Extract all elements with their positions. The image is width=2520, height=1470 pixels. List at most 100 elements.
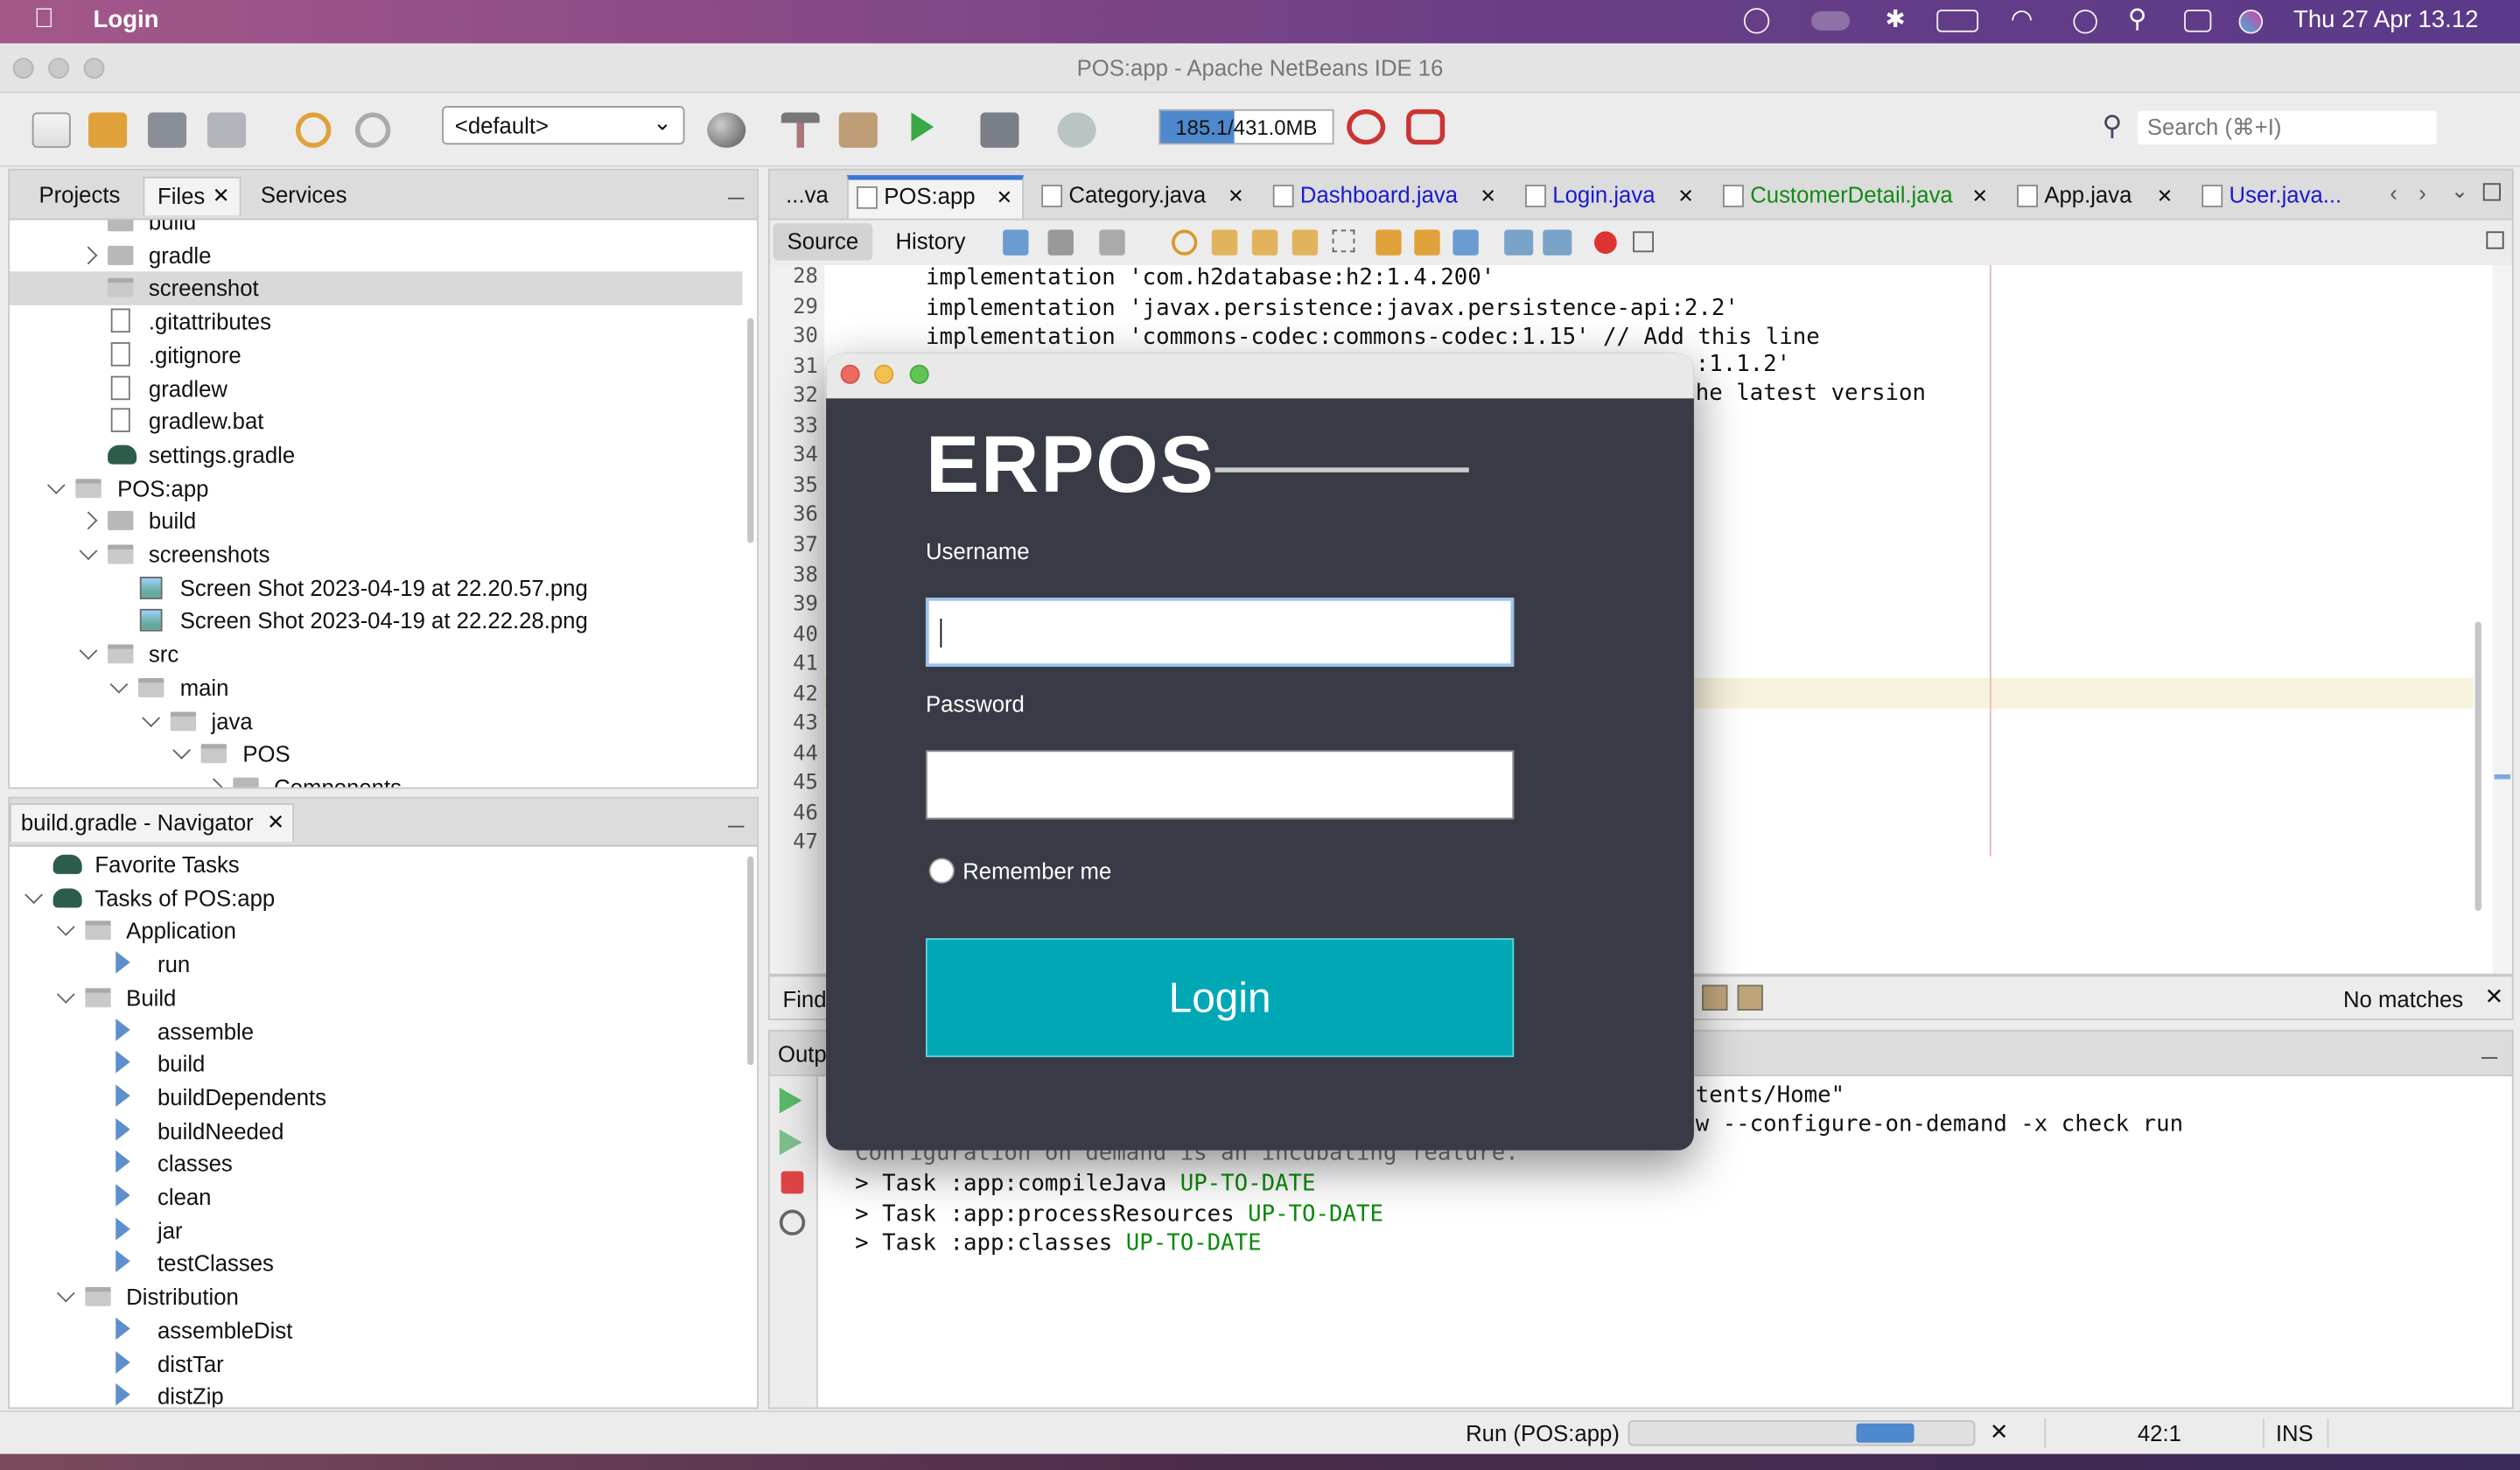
debug-icon[interactable]	[980, 112, 1019, 148]
run-icon[interactable]	[911, 112, 934, 142]
tree-row[interactable]: build	[10, 505, 743, 538]
profiler-snapshot-icon[interactable]	[1406, 108, 1446, 145]
chevron-down-icon[interactable]	[78, 641, 97, 661]
editor-tab[interactable]: App.java ✕	[2009, 175, 2182, 219]
new-project-icon[interactable]	[88, 112, 128, 148]
wifi-icon[interactable]: ◠	[2011, 4, 2034, 36]
prev-bookmark-icon[interactable]	[1376, 229, 1402, 256]
maximize-dialog-button[interactable]	[909, 364, 929, 384]
cloud-icon[interactable]	[1811, 10, 1851, 31]
tree-row[interactable]: distTar	[10, 1348, 743, 1381]
tree-row[interactable]: run	[10, 948, 743, 981]
tree-row[interactable]: jar	[10, 1214, 743, 1247]
tree-row[interactable]: Screen Shot 2023-04-19 at 22.22.28.png	[10, 605, 743, 638]
files-scrollbar[interactable]	[747, 318, 754, 543]
tree-row[interactable]: Screen Shot 2023-04-19 at 22.20.57.png	[10, 571, 743, 605]
chevron-down-icon[interactable]	[46, 475, 66, 494]
profile-icon[interactable]	[1057, 112, 1096, 148]
editor-tab[interactable]: Dashboard.java ✕	[1265, 175, 1507, 219]
minimize-panel-icon[interactable]	[728, 825, 745, 828]
chevron-down-icon[interactable]	[172, 741, 191, 760]
tree-row[interactable]: Tasks of POS:app	[10, 881, 743, 914]
close-tab-icon[interactable]: ✕	[267, 809, 284, 835]
tree-row[interactable]: testClasses	[10, 1248, 743, 1281]
tree-row[interactable]: src	[10, 638, 743, 671]
close-find-icon[interactable]: ✕	[2485, 984, 2504, 1011]
gc-icon[interactable]	[1347, 108, 1386, 145]
tab-files[interactable]: Files ✕	[143, 176, 242, 216]
editor-scrollbar[interactable]	[2474, 621, 2482, 912]
find-next-icon[interactable]	[1251, 229, 1278, 256]
editor-tab[interactable]: CustomerDetail.java ✕	[1715, 175, 1998, 219]
new-file-icon[interactable]	[32, 112, 71, 148]
login-button[interactable]: Login	[925, 938, 1515, 1058]
tree-row[interactable]: Components	[10, 771, 743, 788]
chevron-down-icon[interactable]	[109, 675, 129, 694]
tree-row[interactable]: POS	[10, 738, 743, 771]
settings-icon[interactable]	[779, 1209, 806, 1236]
next-bookmark-icon[interactable]	[1414, 229, 1440, 256]
forward-icon[interactable]	[1099, 229, 1125, 256]
search-input[interactable]: Search (⌘+I)	[2137, 110, 2437, 145]
open-project-icon[interactable]	[147, 112, 187, 148]
tree-row[interactable]: .gitattributes	[10, 305, 743, 339]
remember-me-radio[interactable]	[928, 858, 956, 884]
tab-history[interactable]: History	[882, 228, 978, 254]
tab-scroll-left-icon[interactable]: ‹	[2390, 180, 2398, 206]
undo-icon[interactable]	[295, 112, 332, 148]
chevron-right-icon[interactable]	[78, 245, 97, 264]
tree-row[interactable]: Favorite Tasks	[10, 848, 743, 881]
close-dialog-button[interactable]	[840, 364, 860, 384]
output-tab[interactable]: Outp	[778, 1041, 827, 1067]
close-tab-icon[interactable]: ✕	[1228, 185, 1243, 207]
app-menu-title[interactable]: Login	[94, 6, 159, 33]
split-editor-icon[interactable]	[2486, 231, 2504, 249]
redo-icon[interactable]	[354, 112, 391, 148]
chevron-down-icon[interactable]	[55, 918, 74, 937]
tree-row[interactable]: screenshot	[10, 272, 743, 305]
tab-navigator[interactable]: build.gradle - Navigator ✕	[10, 803, 295, 843]
browser-globe-icon[interactable]	[707, 112, 746, 148]
chevron-right-icon[interactable]	[78, 512, 97, 530]
tree-row[interactable]: classes	[10, 1147, 743, 1180]
tree-row[interactable]: assembleDist	[10, 1314, 743, 1348]
tree-row[interactable]: build	[10, 1047, 743, 1081]
stop-macro-icon[interactable]	[1633, 231, 1655, 253]
tree-row[interactable]: .gitignore	[10, 339, 743, 372]
screentime-icon[interactable]	[1743, 8, 1770, 34]
tree-row[interactable]: java	[10, 704, 743, 738]
tab-list-icon[interactable]: ⌄	[2451, 178, 2468, 204]
tree-row[interactable]: settings.gradle	[10, 438, 743, 472]
close-tab-icon[interactable]: ✕	[1480, 185, 1496, 207]
close-tab-icon[interactable]: ✕	[213, 183, 230, 208]
editor-tab[interactable]: Login.java ✕	[1517, 175, 1704, 219]
rerun-with-params-icon[interactable]	[779, 1129, 802, 1156]
stop-icon[interactable]	[780, 1171, 804, 1194]
close-tab-icon[interactable]: ✕	[1972, 185, 1988, 207]
tree-row[interactable]: gradle	[10, 239, 743, 272]
build-hammer-icon[interactable]	[780, 112, 820, 148]
tree-row[interactable]: main	[10, 671, 743, 704]
minimize-dialog-button[interactable]	[874, 364, 894, 384]
toggle-bookmark-icon[interactable]	[1452, 229, 1479, 256]
password-field[interactable]	[925, 750, 1515, 820]
minimize-output-icon[interactable]	[2481, 1057, 2498, 1059]
tree-row[interactable]: Application	[10, 914, 743, 948]
tree-row[interactable]: clean	[10, 1181, 743, 1214]
toggle-highlight-icon[interactable]	[1292, 229, 1319, 256]
tab-projects[interactable]: Projects	[19, 177, 140, 215]
rerun-icon[interactable]	[779, 1088, 802, 1114]
close-tab-icon[interactable]: ✕	[2157, 185, 2173, 207]
tree-row[interactable]: screenshots	[10, 538, 743, 571]
chevron-down-icon[interactable]	[141, 708, 160, 727]
save-all-icon[interactable]	[206, 112, 247, 148]
find-selection-icon[interactable]	[1171, 229, 1198, 256]
tree-row[interactable]: assemble	[10, 1014, 743, 1047]
cancel-run-icon[interactable]: ✕	[1990, 1418, 2009, 1446]
play-circle-icon[interactable]	[2073, 10, 2097, 34]
bluetooth-icon[interactable]: ✱	[1885, 5, 1905, 34]
last-edit-icon[interactable]	[1003, 229, 1029, 256]
tab-services[interactable]: Services	[251, 177, 357, 215]
remember-me-label[interactable]: Remember me	[962, 858, 1111, 883]
run-status-label[interactable]: Run (POS:app)	[1466, 1420, 1620, 1446]
